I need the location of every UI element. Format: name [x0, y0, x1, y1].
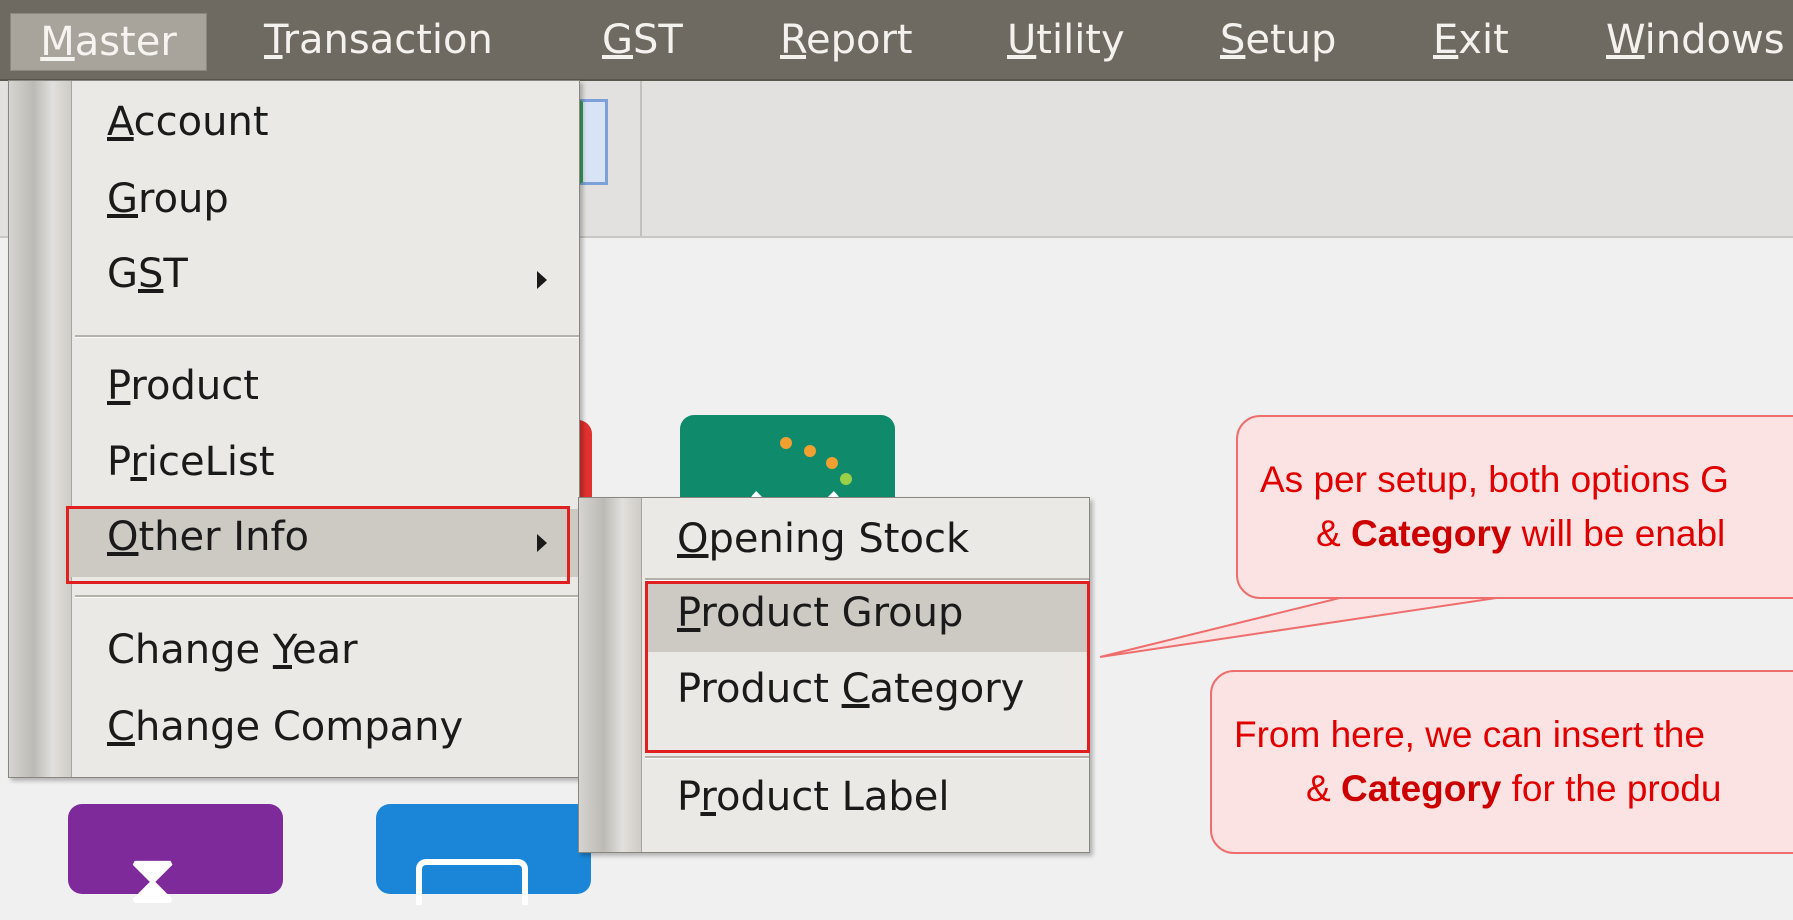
callout-line: & Category will be enabl — [1316, 507, 1725, 561]
callout-text: for the produ — [1501, 768, 1722, 809]
callout-line: & Category for the produ — [1306, 762, 1721, 816]
callout-insert-info: From here, we can insert the & Category … — [1210, 670, 1793, 854]
callout-text: will be enabl — [1511, 513, 1726, 554]
callout-setup-info: As per setup, both options G & Category … — [1236, 415, 1793, 599]
callout-line: As per setup, both options G — [1260, 459, 1729, 500]
callout-bold-text: Category — [1350, 513, 1512, 554]
callout-text: & — [1316, 513, 1351, 554]
callout-line: From here, we can insert the — [1234, 714, 1705, 755]
callout-bold-text: Category — [1340, 768, 1502, 809]
callout-text: & — [1306, 768, 1341, 809]
